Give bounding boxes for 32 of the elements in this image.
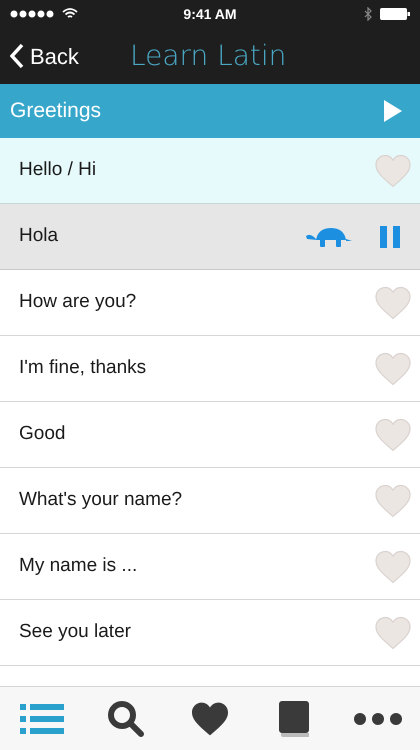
more-icon [353, 712, 403, 726]
turtle-icon[interactable] [306, 226, 352, 248]
wifi-icon [62, 8, 78, 20]
section-title: Greetings [10, 98, 102, 124]
heart-icon[interactable] [374, 418, 412, 452]
heart-icon [189, 700, 231, 736]
phrase-text: Hello / Hi [19, 158, 96, 182]
search-icon [107, 700, 145, 738]
pause-icon[interactable] [380, 226, 400, 248]
back-button[interactable]: Back [10, 40, 130, 72]
bluetooth-icon [364, 7, 372, 21]
heart-icon[interactable] [374, 616, 412, 650]
nav-title: Learn Latin [130, 38, 286, 74]
chevron-left-icon [10, 43, 24, 69]
heart-icon[interactable] [374, 550, 412, 584]
phrase-text: Hola [19, 224, 58, 248]
play-icon[interactable] [384, 100, 402, 122]
book-icon [278, 700, 310, 738]
heart-icon[interactable] [374, 484, 412, 518]
list-icon [20, 702, 64, 736]
phrase-text: See you later [19, 620, 131, 644]
phrase-row[interactable]: Hello / Hi [0, 138, 420, 204]
status-time: 9:41 AM [183, 4, 237, 24]
battery-icon [380, 8, 410, 20]
phrase-text: I'm fine, thanks [19, 356, 146, 380]
phrase-text: What's your name? [19, 488, 182, 512]
heart-icon[interactable] [374, 352, 412, 386]
phrase-text: My name is ... [19, 554, 138, 578]
phrase-text: Good [19, 422, 66, 446]
phrase-row[interactable]: Hola [0, 204, 420, 270]
phrase-text: How are you? [19, 290, 136, 314]
heart-icon[interactable] [374, 286, 412, 320]
